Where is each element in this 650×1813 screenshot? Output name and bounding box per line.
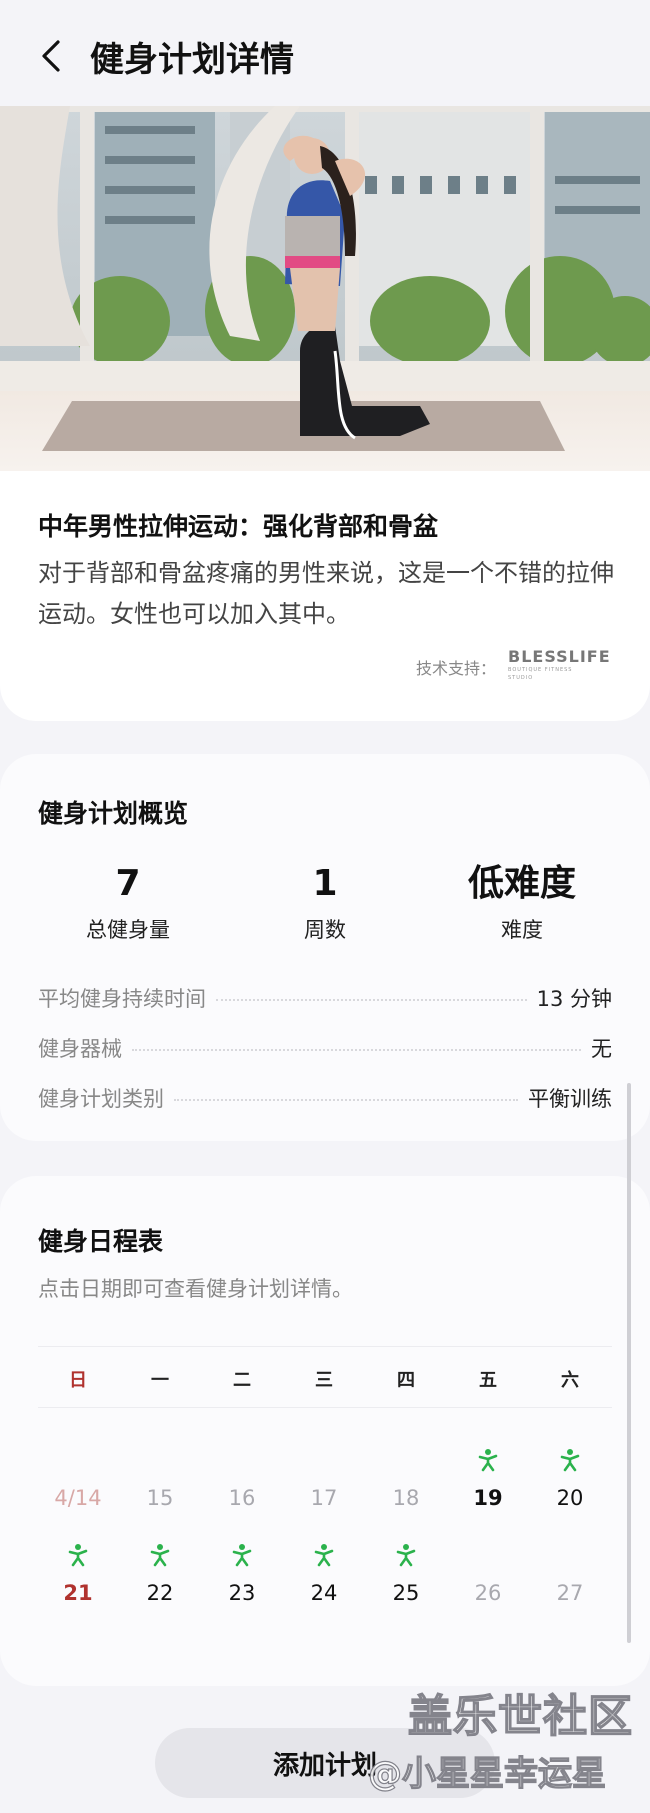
calendar-day[interactable]: 16 [212, 1448, 272, 1512]
watermark-site: 盖乐世社区 [407, 1690, 633, 1743]
calendar-day[interactable]: 22 [130, 1543, 190, 1607]
detail-row-equipment: 健身器械 无 [38, 1032, 612, 1064]
stat-value: 1 [312, 863, 338, 904]
detail-row-category: 健身计划类别 平衡训练 [38, 1082, 612, 1114]
schedule-title: 健身日程表 [38, 1227, 164, 1256]
stat-label: 周数 [304, 918, 346, 942]
stat-label: 总健身量 [86, 918, 170, 942]
calendar-divider [38, 1407, 612, 1408]
workout-schedule-card: 健身日程表 点击日期即可查看健身计划详情。 日 一 二 三 四 五 六 4/14… [0, 1176, 650, 1686]
calendar-day-number: 20 [556, 1486, 584, 1510]
detail-value: 无 [591, 1037, 612, 1061]
calendar-day-number: 16 [228, 1486, 256, 1510]
stat-value: 7 [115, 863, 141, 904]
stat-weeks: 1 周数 [225, 862, 425, 944]
detail-row-duration: 平均健身持续时间 13 分钟 [38, 982, 612, 1014]
detail-label: 健身计划类别 [38, 1087, 164, 1111]
plan-intro-card: 中年男性拉伸运动：强化背部和骨盆 对于背部和骨盆疼痛的男性来说，这是一个不错的拉… [0, 471, 650, 721]
calendar-day-number: 17 [310, 1486, 338, 1510]
weekday-tue: 二 [233, 1370, 251, 1391]
dotted-leader [174, 1099, 518, 1101]
page-title: 健身计划详情 [90, 40, 294, 80]
detail-value: 平衡训练 [528, 1087, 612, 1111]
calendar-day[interactable]: 4/14 [48, 1448, 108, 1512]
overview-title: 健身计划概览 [38, 799, 189, 828]
calendar-day[interactable]: 20 [540, 1448, 600, 1512]
calendar-day[interactable]: 17 [294, 1448, 354, 1512]
plan-title: 中年男性拉伸运动：强化背部和骨盆 [38, 512, 439, 541]
app-header: 健身计划详情 [0, 0, 650, 108]
stat-total-workouts: 7 总健身量 [28, 862, 228, 944]
calendar-day[interactable]: 26 [458, 1543, 518, 1607]
calendar-day-number: 19 [473, 1486, 503, 1510]
weekday-fri: 五 [479, 1370, 497, 1391]
calendar-day-number: 27 [556, 1581, 584, 1605]
calendar-divider [38, 1346, 612, 1347]
person-exercise-icon [540, 1448, 600, 1474]
tech-support-label: 技术支持： [416, 659, 497, 678]
calendar-day-number: 21 [63, 1581, 93, 1605]
calendar-day[interactable]: 18 [376, 1448, 436, 1512]
person-exercise-icon [48, 1543, 108, 1569]
calendar-day-number: 22 [146, 1581, 174, 1605]
calendar-day[interactable]: 15 [130, 1448, 190, 1512]
weekday-thu: 四 [397, 1370, 415, 1391]
stat-difficulty: 低难度 难度 [422, 862, 622, 944]
weekday-wed: 三 [315, 1370, 333, 1391]
detail-label: 健身器械 [38, 1037, 122, 1061]
plan-description: 对于背部和骨盆疼痛的男性来说，这是一个不错的拉伸运动。女性也可以加入其中。 [38, 559, 614, 628]
calendar-day-number: 24 [310, 1581, 338, 1605]
calendar-day[interactable]: 19 [458, 1448, 518, 1512]
partner-logo: BLESSLIFE BOUTIQUE FITNESS STUDIO [508, 647, 611, 682]
stat-value: 低难度 [467, 863, 576, 904]
scrollbar[interactable] [627, 1083, 631, 1643]
calendar-day-number: 25 [392, 1581, 420, 1605]
person-exercise-icon [212, 1543, 272, 1569]
dotted-leader [132, 1049, 581, 1051]
calendar-day-number: 4/14 [54, 1486, 102, 1510]
stat-label: 难度 [501, 918, 543, 942]
calendar-day[interactable]: 27 [540, 1543, 600, 1607]
calendar-day[interactable]: 23 [212, 1543, 272, 1607]
calendar-day-number: 23 [228, 1581, 256, 1605]
weekday-sat: 六 [561, 1370, 579, 1391]
schedule-hint: 点击日期即可查看健身计划详情。 [38, 1277, 353, 1301]
calendar-day[interactable]: 21 [48, 1543, 108, 1607]
person-exercise-icon [130, 1543, 190, 1569]
calendar-day-number: 26 [474, 1581, 502, 1605]
calendar-day[interactable]: 24 [294, 1543, 354, 1607]
calendar-day-number: 18 [392, 1486, 420, 1510]
hero-image [0, 106, 650, 471]
weekday-sun: 日 [69, 1370, 87, 1391]
person-exercise-icon [458, 1448, 518, 1474]
detail-value: 13 分钟 [536, 987, 612, 1011]
person-exercise-icon [294, 1543, 354, 1569]
detail-label: 平均健身持续时间 [38, 987, 206, 1011]
weekday-mon: 一 [151, 1370, 169, 1391]
person-exercise-icon [376, 1543, 436, 1569]
chevron-left-icon [42, 40, 60, 72]
plan-overview-card: 健身计划概览 7 总健身量 1 周数 低难度 难度 平均健身持续时间 13 分钟… [0, 754, 650, 1141]
back-button[interactable] [34, 36, 68, 76]
dotted-leader [216, 999, 527, 1001]
calendar-day-number: 15 [146, 1486, 174, 1510]
calendar-day[interactable]: 25 [376, 1543, 436, 1607]
watermark-user: @小星星幸运星 [367, 1753, 606, 1794]
